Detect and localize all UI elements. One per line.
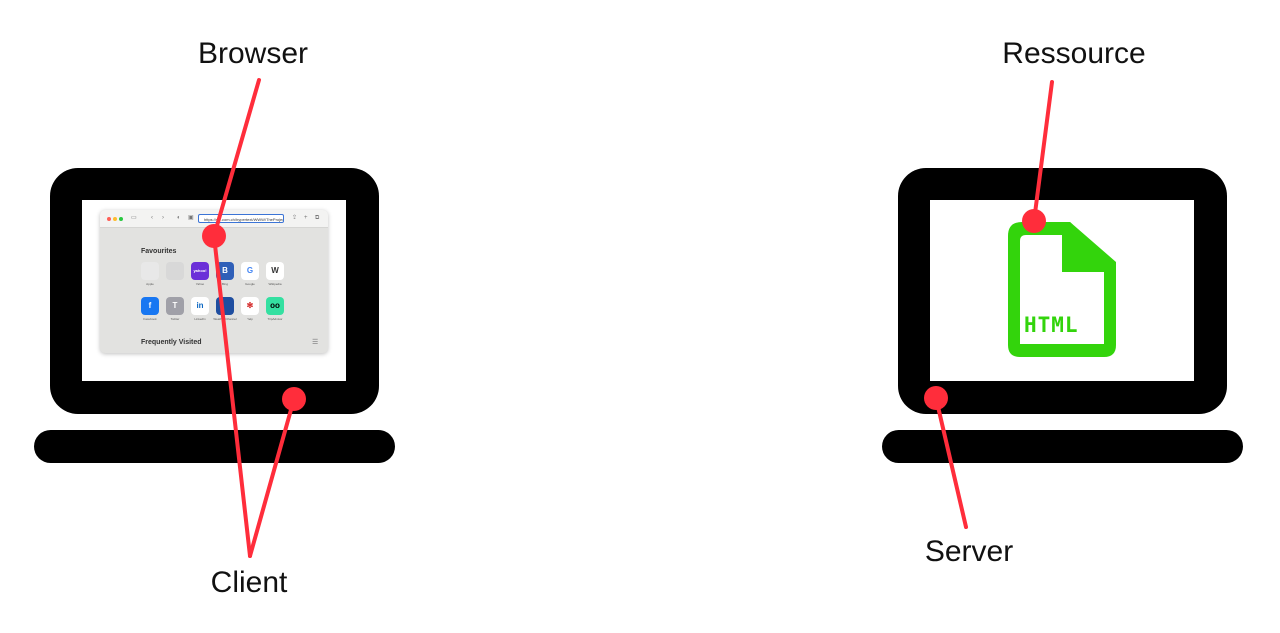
ressource-pointer-dot (1022, 209, 1046, 233)
client-pointer-dot (282, 387, 306, 411)
client-label: Client (210, 566, 288, 599)
client-pointer-line-a (212, 234, 252, 558)
browser-pointer-line (212, 78, 261, 238)
server-pointer-line (934, 396, 968, 529)
diagram: ▭ ‹ › ◐ ▣ https://w...com.ch/hypertext/W… (0, 0, 1280, 633)
pointers (202, 78, 1054, 558)
server-label: Server (924, 535, 1014, 568)
browser-label: Browser (197, 37, 309, 70)
server-pointer-dot (924, 386, 948, 410)
client-pointer-line-b (248, 397, 296, 558)
browser-pointer-dot (202, 224, 226, 248)
ressource-label: Ressource (1002, 37, 1146, 70)
ressource-pointer-line (1032, 80, 1054, 223)
